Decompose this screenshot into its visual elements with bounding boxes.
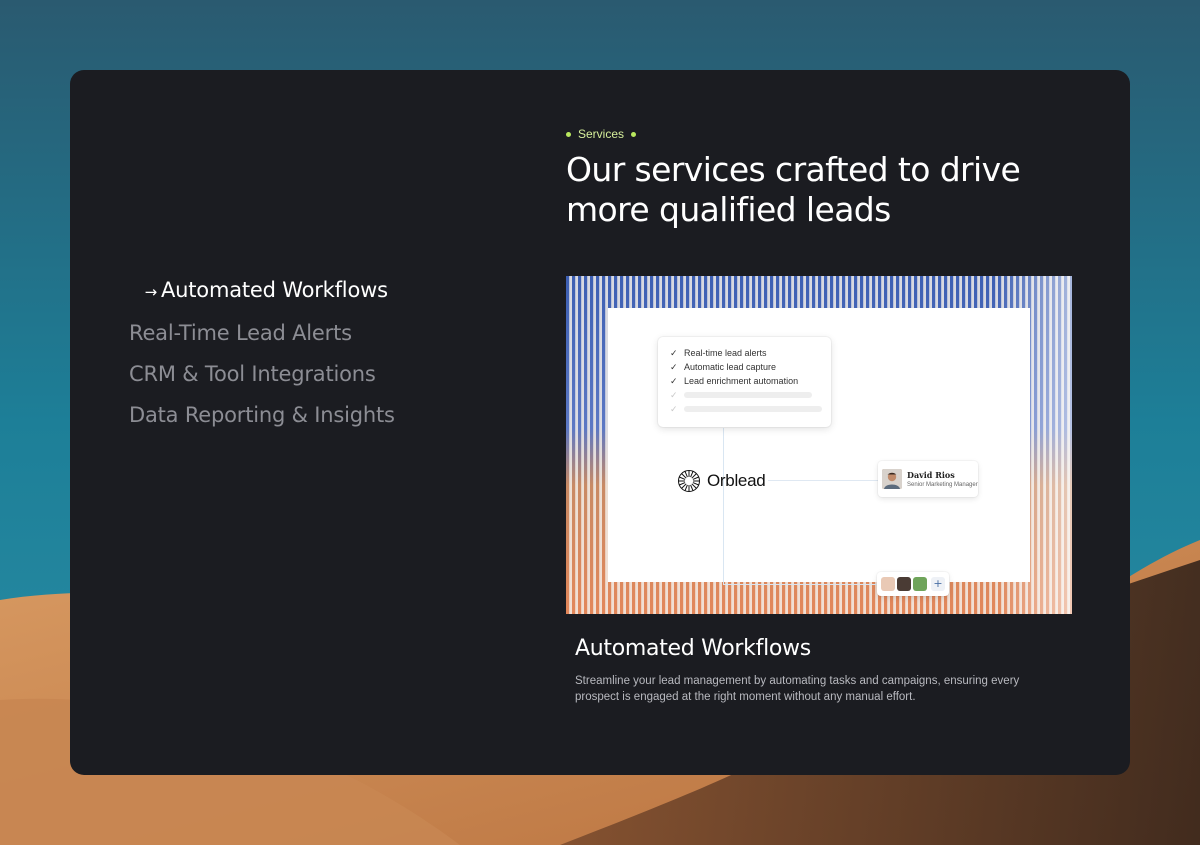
nav-item-label: Data Reporting & Insights	[129, 403, 395, 427]
dot-icon	[566, 131, 571, 137]
checkmark-icon: ✓	[670, 389, 678, 400]
nav-item-crm-tool-integrations[interactable]: CRM & Tool Integrations	[129, 354, 489, 395]
plus-icon: +	[931, 577, 945, 591]
services-nav: → Automated Workflows Real-Time Lead Aler…	[129, 270, 489, 436]
nav-item-real-time-lead-alerts[interactable]: Real-Time Lead Alerts	[129, 313, 489, 354]
workflow-panel: ✓ Real-time lead alerts ✓ Automatic lead…	[608, 308, 1030, 596]
checklist-item-label: Automatic lead capture	[684, 362, 777, 372]
dot-icon	[631, 131, 637, 137]
checkmark-icon: ✓	[670, 375, 678, 386]
avatar	[913, 577, 927, 591]
nav-item-automated-workflows[interactable]: → Automated Workflows	[129, 270, 489, 313]
service-illustration: ✓ Real-time lead alerts ✓ Automatic lead…	[566, 276, 1072, 614]
checklist-item: ✓ Automatic lead capture	[670, 360, 831, 374]
brand-name: Orblead	[707, 471, 766, 490]
avatar	[897, 577, 911, 591]
section-eyebrow: Services	[566, 127, 637, 141]
person-icon	[882, 469, 902, 489]
connector-line	[723, 584, 877, 585]
checkmark-icon: ✓	[670, 347, 678, 358]
skeleton-line	[684, 406, 822, 412]
arrow-right-icon: →	[144, 283, 158, 301]
orblead-logo: Orblead	[677, 469, 766, 493]
nav-item-label: Real-Time Lead Alerts	[129, 321, 352, 345]
checklist-item-label: Real-time lead alerts	[684, 348, 767, 358]
nav-item-label: CRM & Tool Integrations	[129, 362, 376, 386]
checkmark-icon: ✓	[670, 361, 678, 372]
skeleton-line	[684, 392, 812, 398]
service-description: Streamline your lead management by autom…	[575, 675, 1020, 703]
connector-line	[768, 480, 878, 481]
checklist-item: ✓ Lead enrichment automation	[670, 374, 831, 388]
profile-name: David Rios	[907, 470, 955, 480]
checklist-placeholder: ✓	[670, 402, 831, 416]
eyebrow-label: Services	[578, 127, 625, 141]
checklist-item-label: Lead enrichment automation	[684, 376, 799, 386]
nav-item-label: Automated Workflows	[161, 278, 388, 302]
profile-role: Senior Marketing Manager	[907, 482, 978, 488]
team-avatars: +	[877, 572, 949, 596]
checkmark-icon: ✓	[670, 403, 678, 414]
profile-card: David Rios Senior Marketing Manager	[878, 461, 978, 497]
connector-line	[723, 428, 724, 584]
checklist-card: ✓ Real-time lead alerts ✓ Automatic lead…	[658, 337, 831, 427]
section-title: Our services crafted to drive more quali…	[566, 150, 1021, 229]
checklist-item: ✓ Real-time lead alerts	[670, 346, 831, 360]
avatar	[881, 577, 895, 591]
orblead-logo-icon	[678, 470, 700, 492]
service-title: Automated Workflows	[575, 636, 811, 661]
services-card: → Automated Workflows Real-Time Lead Aler…	[70, 70, 1130, 775]
checklist-placeholder: ✓	[670, 388, 831, 402]
nav-item-data-reporting-insights[interactable]: Data Reporting & Insights	[129, 395, 489, 436]
avatar	[882, 469, 902, 489]
